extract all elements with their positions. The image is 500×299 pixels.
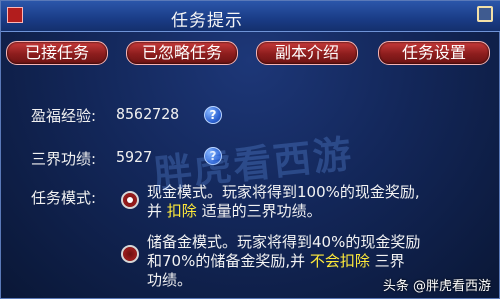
tab-task-settings[interactable]: 任务设置 — [378, 41, 490, 65]
reserve-mode-highlight: 不会扣除 — [309, 252, 370, 270]
reserve-mode-radio[interactable] — [121, 245, 139, 263]
reserve-mode-line2-prefix: 和70%的储备金奖励,并 — [147, 252, 310, 270]
cash-mode-line2: 并 扣除 适量的三界功绩。 — [147, 202, 477, 221]
tab-label: 已忽略任务 — [141, 43, 222, 62]
task-dialog-window: 任务提示 已接任务 已忽略任务 副本介绍 任务设置 盈福经验: 8562728 … — [0, 0, 500, 299]
tab-accepted-tasks[interactable]: 已接任务 — [6, 41, 108, 65]
cash-mode-line2-prefix: 并 — [147, 202, 167, 220]
dialog-titlebar[interactable]: 任务提示 — [1, 1, 500, 32]
merit-value: 5927 — [116, 148, 153, 166]
exp-label: 盈福经验: — [31, 107, 97, 125]
tab-label: 任务设置 — [401, 43, 466, 62]
reserve-mode-line2-suffix: 三界 — [369, 252, 405, 270]
source-tag: 头条 @胖虎看西游 — [382, 279, 491, 294]
reserve-mode-line2: 和70%的储备金奖励,并 不会扣除 三界 — [147, 252, 477, 271]
cash-mode-radio[interactable] — [121, 191, 139, 209]
merit-label: 三界功绩: — [31, 150, 97, 168]
tab-label: 已接任务 — [24, 43, 89, 62]
cash-mode-line2-suffix: 适量的三界功绩。 — [196, 202, 322, 220]
tab-ignored-tasks[interactable]: 已忽略任务 — [126, 41, 238, 65]
window-icon — [7, 7, 23, 23]
close-icon[interactable] — [477, 6, 493, 22]
help-icon[interactable]: ? — [204, 106, 222, 124]
exp-value: 8562728 — [116, 105, 180, 123]
task-mode-label: 任务模式: — [31, 189, 97, 207]
reserve-mode-line1: 储备金模式。玩家将得到40%的现金奖励 — [147, 233, 421, 251]
tab-dungeon-intro[interactable]: 副本介绍 — [256, 41, 358, 65]
cash-mode-highlight: 扣除 — [166, 202, 197, 220]
dialog-title: 任务提示 — [171, 11, 243, 31]
tab-label: 副本介绍 — [274, 43, 339, 62]
